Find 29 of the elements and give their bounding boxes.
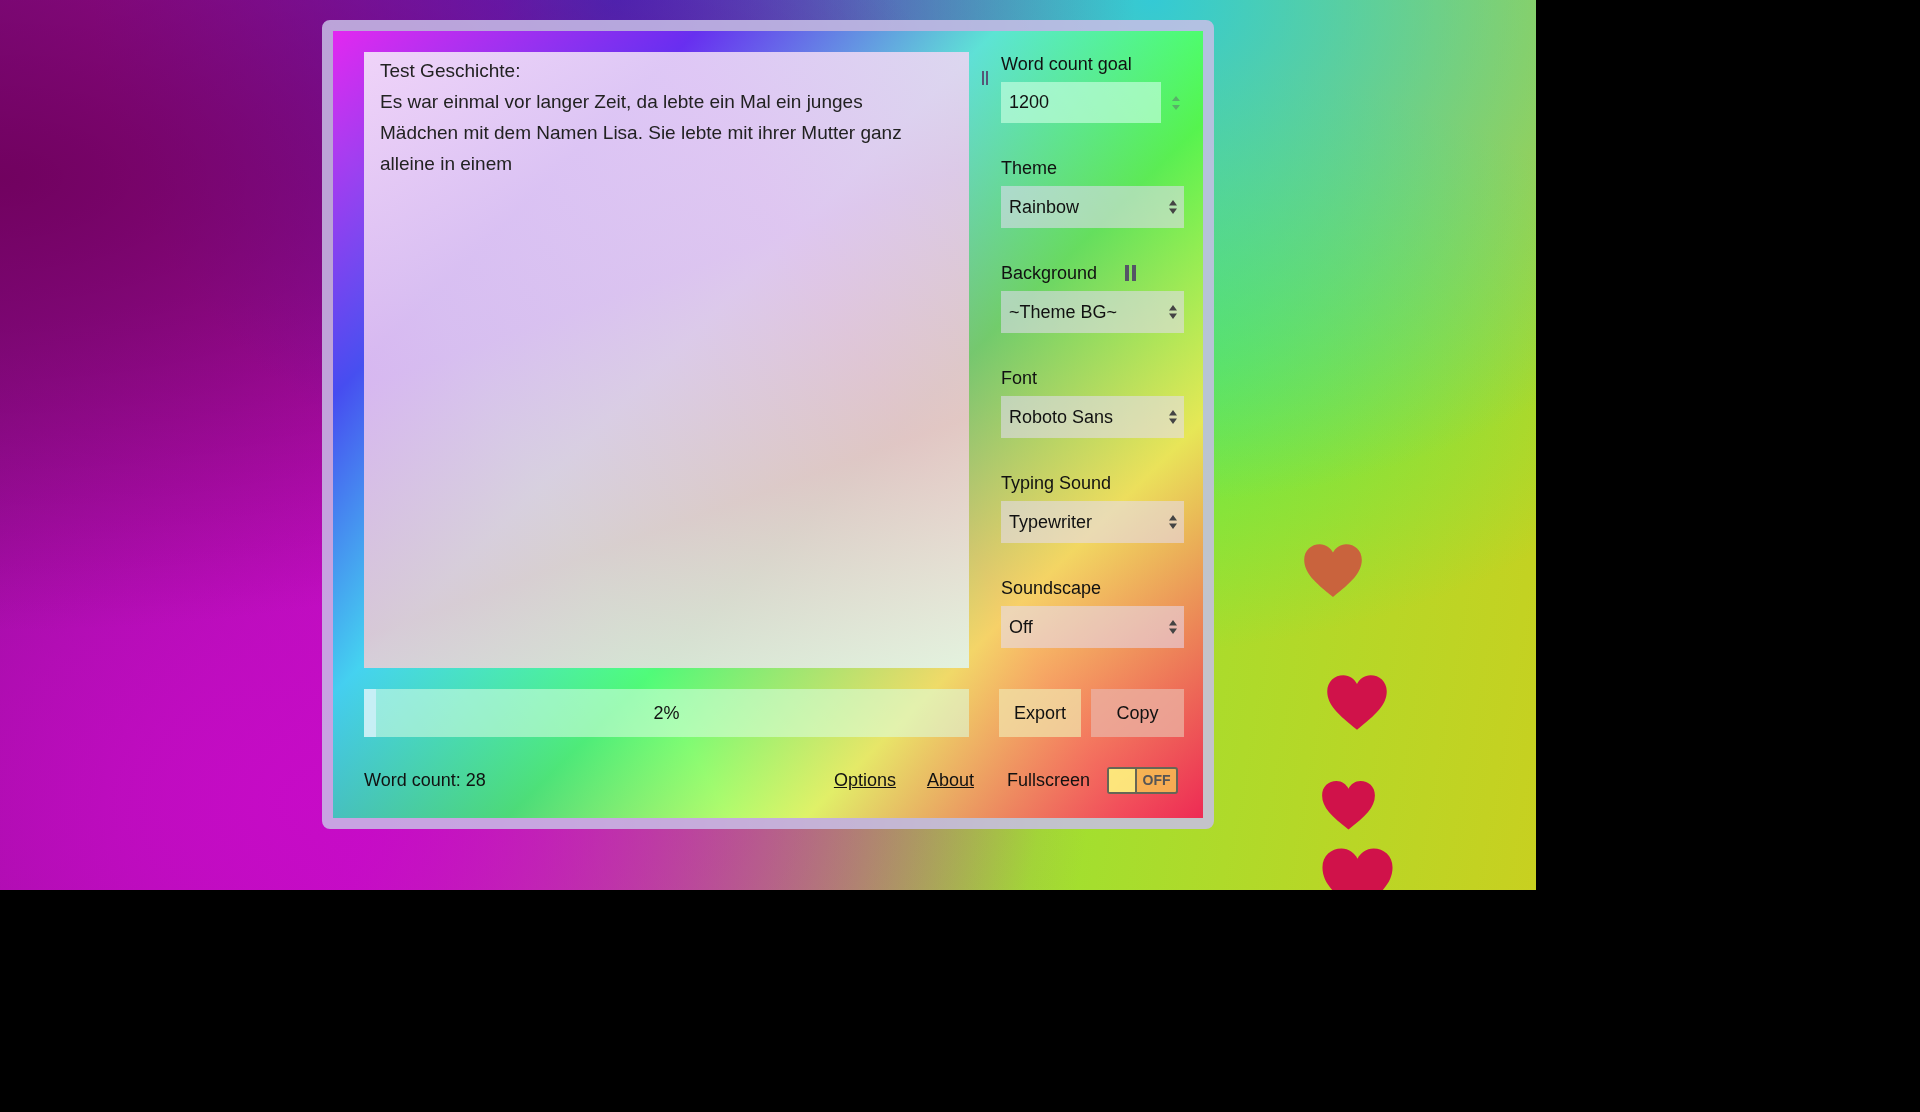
story-editor[interactable]: Test Geschichte: Es war einmal vor langer Zeit, da lebte ein Mal ein junges Mädchen mit dem Namen Lisa. Sie lebte mit ihrer Mutter ganz alleine in einem <box>364 52 969 668</box>
word-count: Word count: 28 <box>364 769 486 791</box>
dropdown-arrows-icon <box>1168 199 1178 215</box>
progress-label: 2% <box>653 702 680 724</box>
setting-label: Background <box>1001 262 1098 284</box>
pause-icon[interactable] <box>982 71 988 85</box>
action-button[interactable]: Copy <box>1091 689 1184 737</box>
story-text: Test Geschichte: Es war einmal vor langer Zeit, da lebte ein Mal ein junges Mädchen mit dem Namen Lisa. Sie lebte mit ihrer Mutter ganz alleine in einem <box>380 60 903 174</box>
footer-link[interactable]: Options <box>833 769 896 791</box>
dropdown-arrows-icon <box>1168 619 1178 635</box>
dropdown-arrows-icon <box>1168 304 1178 320</box>
footer-link[interactable]: About <box>926 769 974 791</box>
fullscreen-toggle[interactable]: OFF <box>1107 766 1178 794</box>
dropdown[interactable]: Rainbow <box>1001 186 1184 228</box>
fullscreen-label: Fullscreen <box>1006 769 1090 791</box>
dropdown[interactable]: ~Theme BG~ <box>1001 291 1184 333</box>
setting-label: Soundscape <box>1001 577 1102 599</box>
action-button[interactable]: Export <box>999 689 1082 737</box>
setting-label: Theme <box>1001 157 1058 179</box>
pause-icon[interactable] <box>1125 265 1137 281</box>
setting-label: Font <box>1001 367 1038 389</box>
dropdown[interactable]: Roboto Sans <box>1001 396 1184 438</box>
dropdown[interactable]: Off <box>1001 606 1184 648</box>
dropdown-arrows-icon <box>1168 514 1178 530</box>
dropdown-arrows-icon <box>1168 409 1178 425</box>
number-field[interactable]: 1200 <box>1001 82 1161 123</box>
setting-label: Typing Sound <box>1001 472 1112 494</box>
dropdown[interactable]: Typewriter <box>1001 501 1184 543</box>
setting-label: Word count goal <box>1001 53 1132 75</box>
